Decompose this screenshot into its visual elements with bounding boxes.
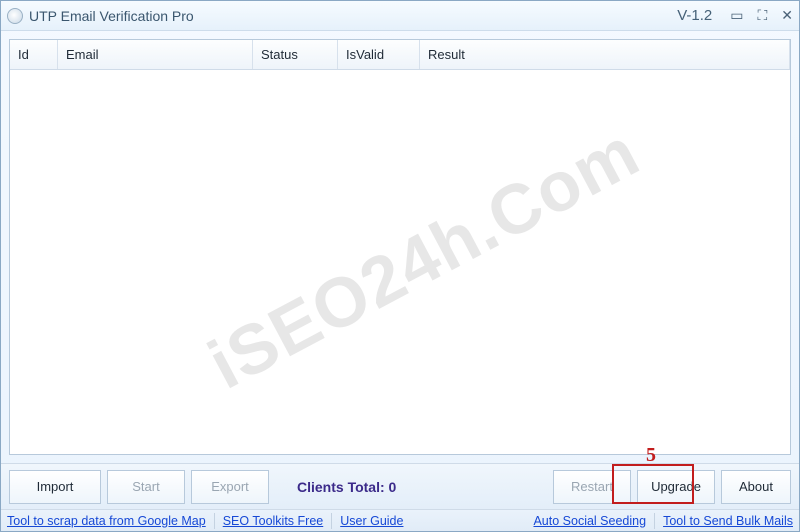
export-button[interactable]: Export	[191, 470, 269, 504]
col-header-status[interactable]: Status	[253, 40, 338, 69]
footer-links: Tool to scrap data from Google Map SEO T…	[1, 509, 799, 531]
import-button[interactable]: Import	[9, 470, 101, 504]
separator	[654, 513, 655, 529]
titlebar: UTP Email Verification Pro V-1.2 ▭ ⛶ ✕	[1, 1, 799, 31]
about-button[interactable]: About	[721, 470, 791, 504]
link-scrap-google-map[interactable]: Tool to scrap data from Google Map	[7, 514, 206, 528]
app-window: UTP Email Verification Pro V-1.2 ▭ ⛶ ✕ I…	[0, 0, 800, 532]
app-title: UTP Email Verification Pro	[29, 8, 194, 24]
data-grid: Id Email Status IsValid Result iSEO24h.C…	[9, 39, 791, 455]
separator	[214, 513, 215, 529]
link-auto-social-seeding[interactable]: Auto Social Seeding	[533, 514, 646, 528]
window-controls: ▭ ⛶ ✕	[730, 7, 793, 24]
col-header-id[interactable]: Id	[10, 40, 58, 69]
col-header-result[interactable]: Result	[420, 40, 790, 69]
restart-button[interactable]: Restart	[553, 470, 631, 504]
upgrade-button[interactable]: Upgrade	[637, 470, 715, 504]
maximize-icon[interactable]: ⛶	[757, 7, 767, 24]
version-label: V-1.2	[677, 7, 712, 24]
watermark-text: iSEO24h.Com	[196, 111, 652, 404]
col-header-isvalid[interactable]: IsValid	[338, 40, 420, 69]
grid-header: Id Email Status IsValid Result	[10, 40, 790, 70]
app-icon	[7, 8, 23, 24]
link-send-bulk-mails[interactable]: Tool to Send Bulk Mails	[663, 514, 793, 528]
col-header-email[interactable]: Email	[58, 40, 253, 69]
grid-body: iSEO24h.Com	[10, 70, 790, 454]
link-user-guide[interactable]: User Guide	[340, 514, 403, 528]
separator	[331, 513, 332, 529]
toolbar: Import Start Export Clients Total: 0 Res…	[1, 463, 799, 509]
minimize-icon[interactable]: ▭	[730, 7, 743, 24]
start-button[interactable]: Start	[107, 470, 185, 504]
close-icon[interactable]: ✕	[781, 7, 793, 24]
clients-total-label: Clients Total: 0	[297, 479, 396, 495]
link-seo-toolkits[interactable]: SEO Toolkits Free	[223, 514, 324, 528]
